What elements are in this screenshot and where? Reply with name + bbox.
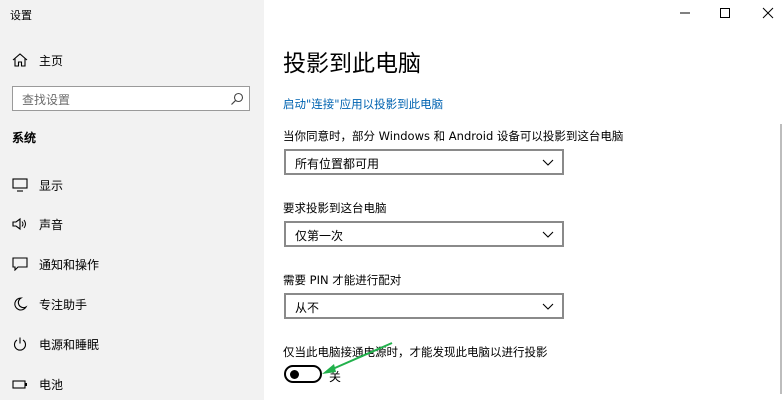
power-icon <box>13 337 27 351</box>
ask-project-value: 仅第一次 <box>295 229 344 243</box>
sidebar-item-label: 声音 <box>39 218 64 232</box>
sidebar-item-display[interactable]: 显示 <box>0 171 264 199</box>
scrollbar[interactable] <box>780 124 782 394</box>
home-icon <box>12 53 28 67</box>
availability-label: 当你同意时，部分 Windows 和 Android 设备可以投影到这台电脑 <box>283 129 624 143</box>
chevron-down-icon <box>542 159 554 166</box>
page-title: 投影到此电脑 <box>283 51 421 77</box>
search-placeholder: 查找设置 <box>22 93 71 107</box>
ask-project-label: 要求投影到这台电脑 <box>283 201 387 215</box>
search-icon[interactable] <box>230 92 244 106</box>
maximize-icon[interactable] <box>715 4 735 22</box>
sidebar-item-label: 显示 <box>39 179 64 193</box>
sidebar-item-label: 专注助手 <box>39 298 88 312</box>
main-content: 投影到此电脑 启动"连接"应用以投影到此电脑 当你同意时，部分 Windows … <box>264 0 783 400</box>
toggle-knob <box>290 370 299 379</box>
sidebar-item-label: 电池 <box>39 378 64 392</box>
battery-icon <box>12 380 27 389</box>
moon-icon <box>14 297 28 311</box>
sidebar: 设置 主页 查找设置 系统 显示 声音 通知和操作 专注助手 电源和睡眠 电池 <box>0 0 264 400</box>
sidebar-item-label: 电源和睡眠 <box>39 338 100 352</box>
nav-home-label: 主页 <box>39 54 64 68</box>
annotation-arrow-icon <box>322 342 393 374</box>
search-box[interactable]: 查找设置 <box>12 86 250 111</box>
nav-home[interactable]: 主页 <box>0 46 264 74</box>
speaker-icon <box>12 217 26 231</box>
sidebar-item-label: 通知和操作 <box>39 258 100 272</box>
ask-project-dropdown[interactable]: 仅第一次 <box>284 221 564 247</box>
minimize-icon[interactable] <box>675 4 695 22</box>
notification-icon <box>12 257 28 271</box>
chevron-down-icon <box>542 231 554 238</box>
close-icon[interactable] <box>758 4 778 22</box>
sidebar-item-notifications[interactable]: 通知和操作 <box>0 250 264 278</box>
connect-app-link[interactable]: 启动"连接"应用以投影到此电脑 <box>283 96 443 112</box>
sidebar-item-focus-assist[interactable]: 专注助手 <box>0 290 264 318</box>
monitor-icon <box>12 178 28 192</box>
section-title: 系统 <box>12 131 37 145</box>
window-title: 设置 <box>10 9 32 22</box>
sidebar-item-power-sleep[interactable]: 电源和睡眠 <box>0 330 264 358</box>
pin-value: 从不 <box>295 301 320 315</box>
chevron-down-icon <box>542 303 554 310</box>
sidebar-item-sound[interactable]: 声音 <box>0 210 264 238</box>
availability-dropdown[interactable]: 所有位置都可用 <box>284 149 564 175</box>
availability-value: 所有位置都可用 <box>295 157 380 171</box>
sidebar-item-battery[interactable]: 电池 <box>0 370 264 398</box>
pin-label: 需要 PIN 才能进行配对 <box>283 273 402 287</box>
pin-dropdown[interactable]: 从不 <box>284 293 564 319</box>
